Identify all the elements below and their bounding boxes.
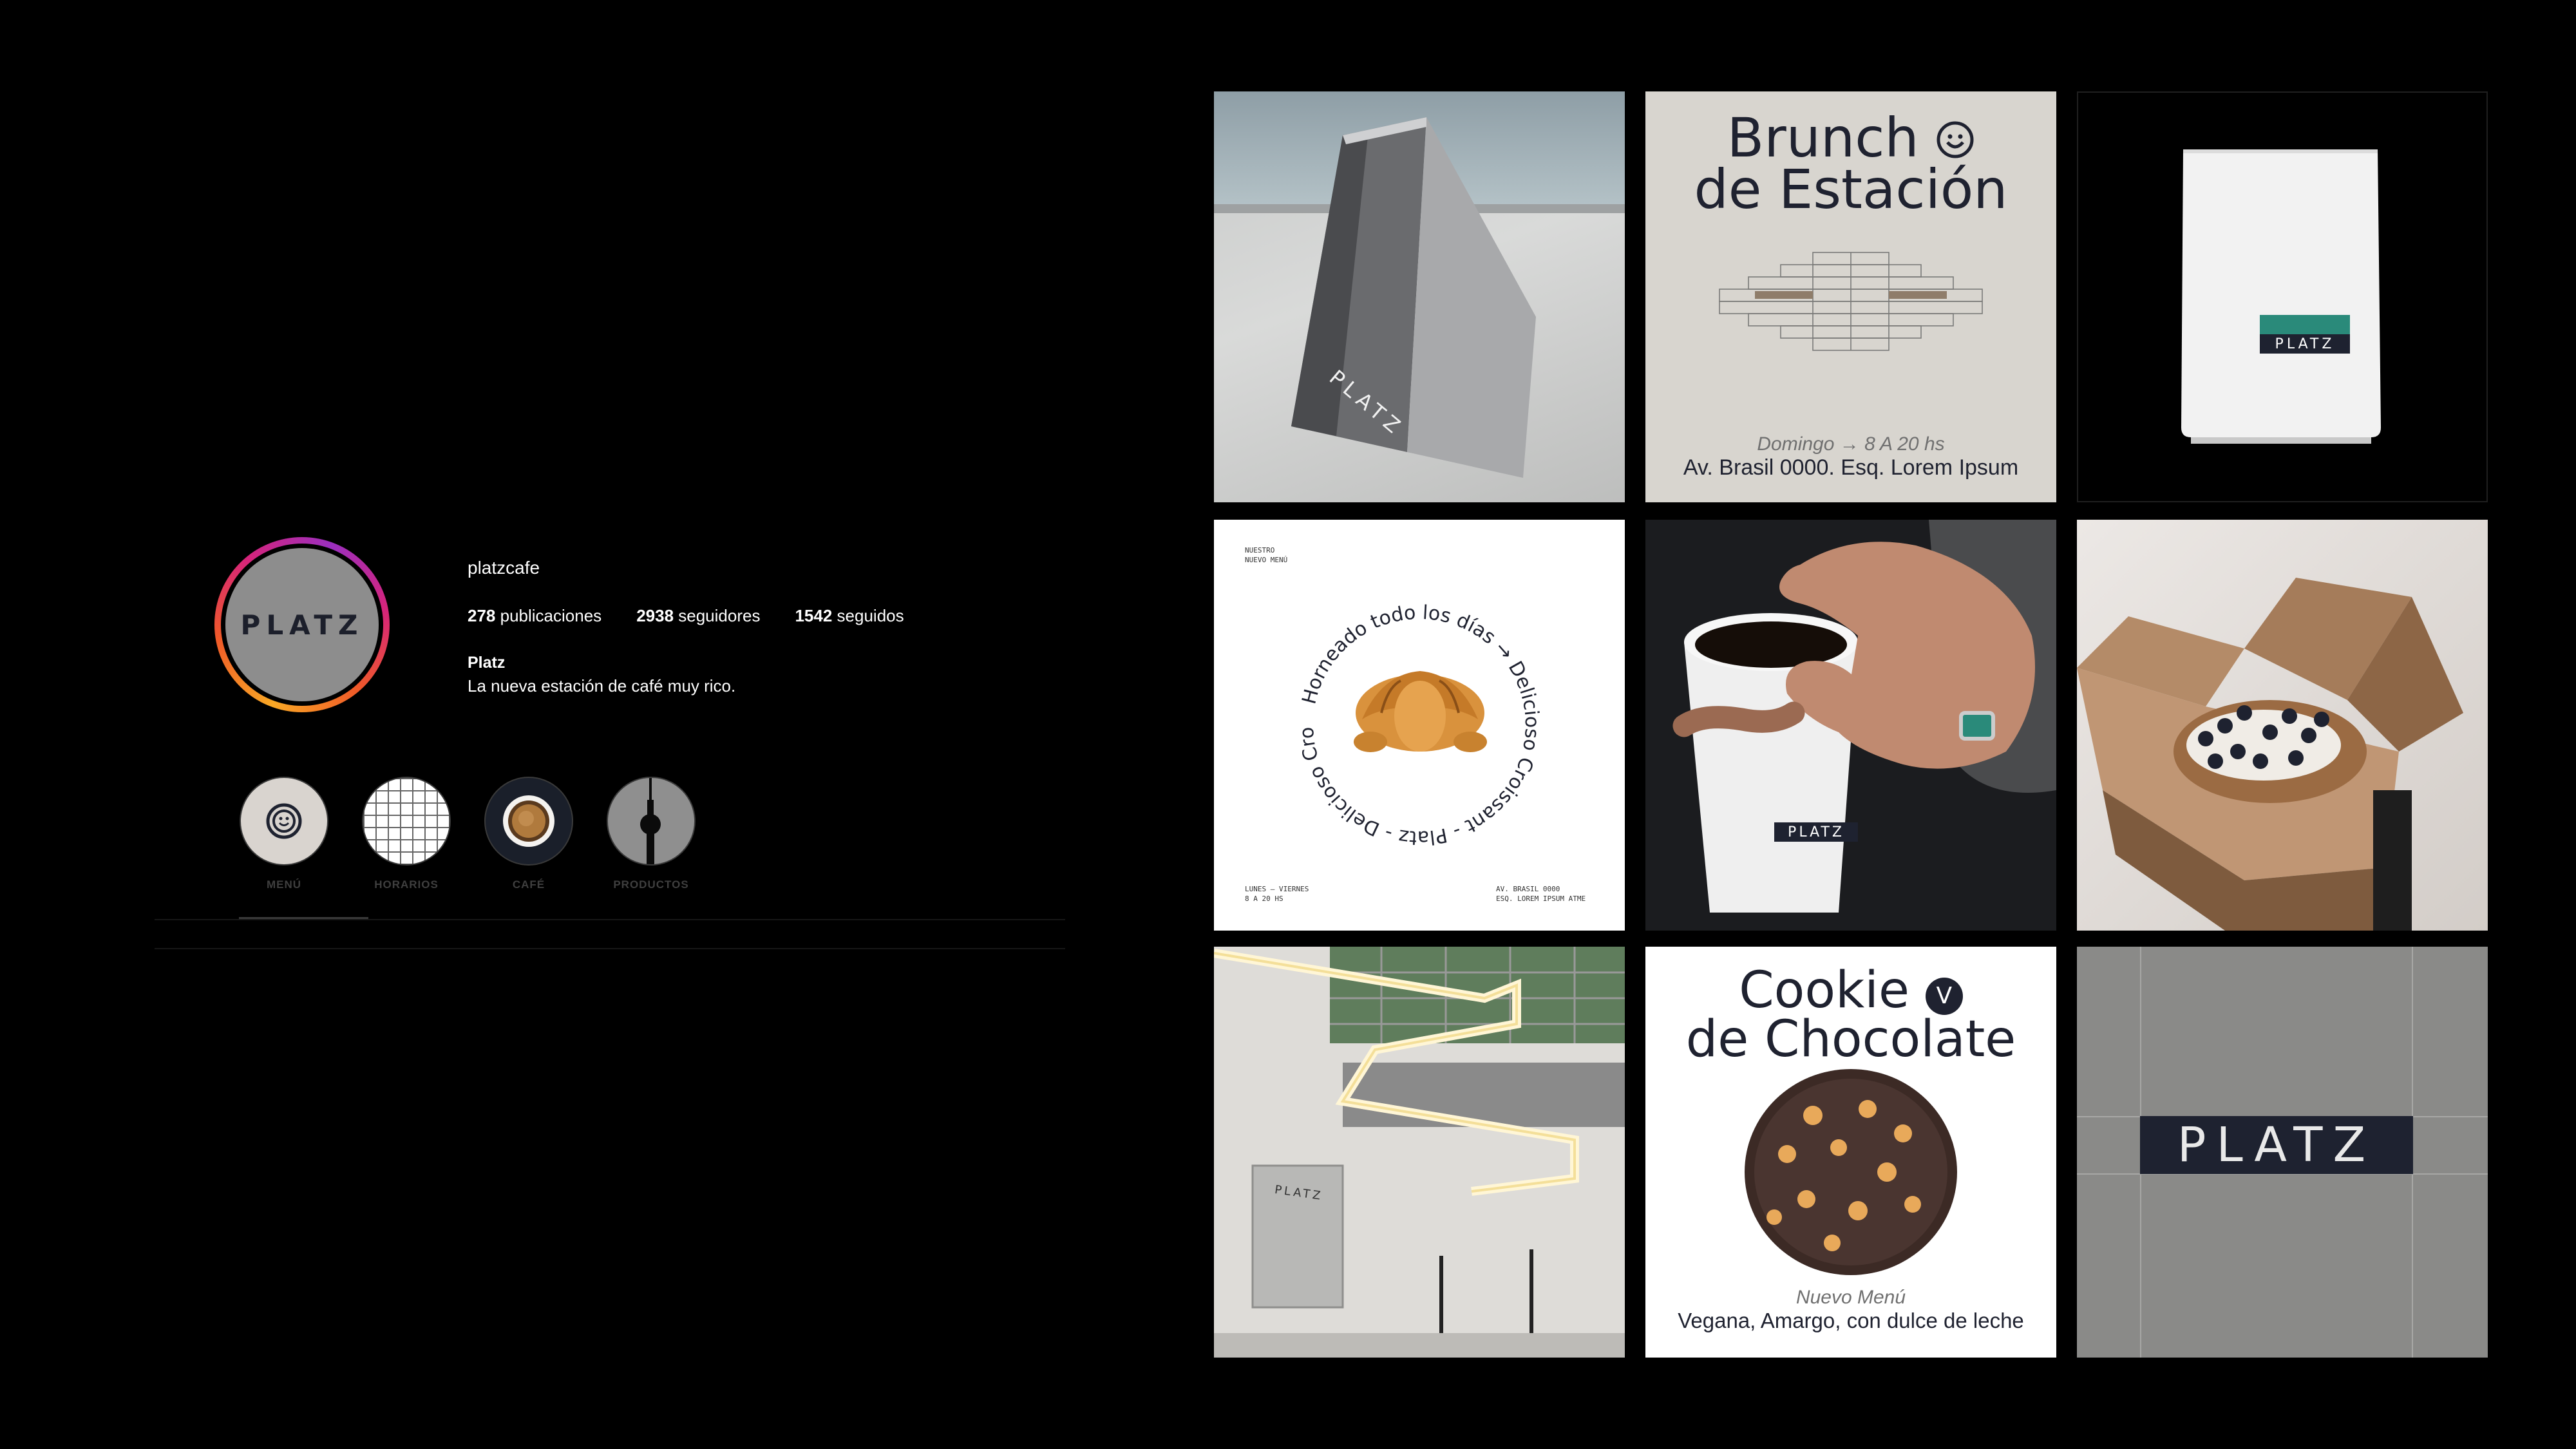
highlight-horarios[interactable]: HORARIOS (362, 777, 451, 891)
a-frame-sign-image (1291, 117, 1536, 478)
profile-avatar[interactable]: PLATZ (214, 537, 390, 712)
coffee-cup-image (1645, 520, 2056, 931)
followers-label: seguidores (678, 606, 761, 625)
story-highlights: MENÚ HORARIOS CAFÉ PRODUCTOS (240, 777, 696, 891)
avatar: PLATZ (221, 544, 383, 706)
schedule-caption-line2: 8 A 20 HS (1245, 895, 1283, 903)
post-interior[interactable]: PLATZ (1214, 947, 1625, 1358)
post-coffee-bag[interactable]: PLATZ (2077, 91, 2488, 502)
post-croissant[interactable]: NUESTRO NUEVO MENÚ Horneado todo los día… (1214, 520, 1625, 931)
post-logo[interactable]: PLATZ (2077, 947, 2488, 1358)
highlight-label: MENÚ (266, 878, 302, 891)
address-caption-line2: ESQ. LOREM IPSUM ATME (1496, 895, 1586, 903)
bio-text: La nueva estación de café muy rico. (468, 676, 736, 696)
tv-tower-icon (607, 777, 696, 866)
post-brunch[interactable]: Brunch de Estación Domingo → 8 A 20 hs A… (1645, 91, 2056, 502)
bio-name: Platz (468, 654, 506, 672)
cookie-description: Vegana, Amargo, con dulce de leche (1678, 1309, 2024, 1332)
post-coffee-cup[interactable]: PLATZ (1645, 520, 2056, 931)
followers-count: 2938 (636, 606, 674, 625)
divider (155, 919, 1065, 920)
profile-username: platzcafe (468, 558, 540, 578)
croissant-ring: Horneado todo los días → Delicioso Crois… (1214, 520, 1543, 849)
bag-brand: PLATZ (2275, 336, 2335, 352)
following-label: seguidos (837, 606, 904, 625)
post-pastry-box[interactable] (2077, 520, 2488, 931)
avatar-logo: PLATZ (225, 548, 379, 701)
highlight-menu[interactable]: MENÚ (240, 777, 328, 891)
arrow-right-icon: → (1839, 433, 1859, 455)
brunch-schedule: Domingo → 8 A 20 hs (1645, 433, 2056, 455)
pastry-box-image (2077, 578, 2463, 931)
following-count: 1542 (795, 606, 833, 625)
smiley-icon (240, 777, 328, 866)
posts-count: 278 (468, 606, 496, 625)
schedule-caption: LUNES — VIERNES 8 A 20 HS (1245, 884, 1309, 904)
coffee-cup-icon (484, 777, 573, 866)
grid-icon (362, 777, 451, 866)
followers-stat[interactable]: 2938 seguidores (636, 606, 760, 626)
highlight-cafe[interactable]: CAFÉ (484, 777, 573, 891)
schedule-caption-line1: LUNES — VIERNES (1245, 885, 1309, 893)
croissant-image (1354, 671, 1487, 752)
post-cookie[interactable]: Cookie V de Chocolate Nuevo Menú Vegana,… (1645, 947, 2056, 1358)
post-sidewalk-sign[interactable]: PLATZ (1214, 91, 1625, 502)
interior-image (1214, 947, 1625, 1358)
highlight-label: CAFÉ (512, 878, 545, 891)
profile-stats: 278 publicaciones 2938 seguidores 1542 s… (468, 606, 904, 626)
posts-label: publicaciones (500, 606, 602, 625)
highlight-productos[interactable]: PRODUCTOS (607, 777, 696, 891)
brunch-address: Av. Brasil 0000. Esq. Lorem Ipsum (1683, 455, 2019, 480)
highlight-label: PRODUCTOS (613, 878, 689, 891)
cup-brand: PLATZ (1788, 824, 1844, 840)
logo-plate: PLATZ (2140, 1116, 2413, 1174)
schedule-day: Domingo (1757, 433, 1835, 455)
highlight-label: HORARIOS (374, 878, 439, 891)
schedule-hours: 8 A 20 hs (1864, 433, 1945, 455)
divider (155, 948, 1065, 949)
posts-stat[interactable]: 278 publicaciones (468, 606, 601, 626)
following-stat[interactable]: 1542 seguidos (795, 606, 904, 626)
coffee-bag-image (2181, 149, 2381, 444)
address-caption: AV. BRASIL 0000 ESQ. LOREM IPSUM ATME (1496, 884, 1586, 904)
address-caption-line1: AV. BRASIL 0000 (1496, 885, 1560, 893)
cookie-subtitle: Nuevo Menú (1795, 1287, 1906, 1308)
